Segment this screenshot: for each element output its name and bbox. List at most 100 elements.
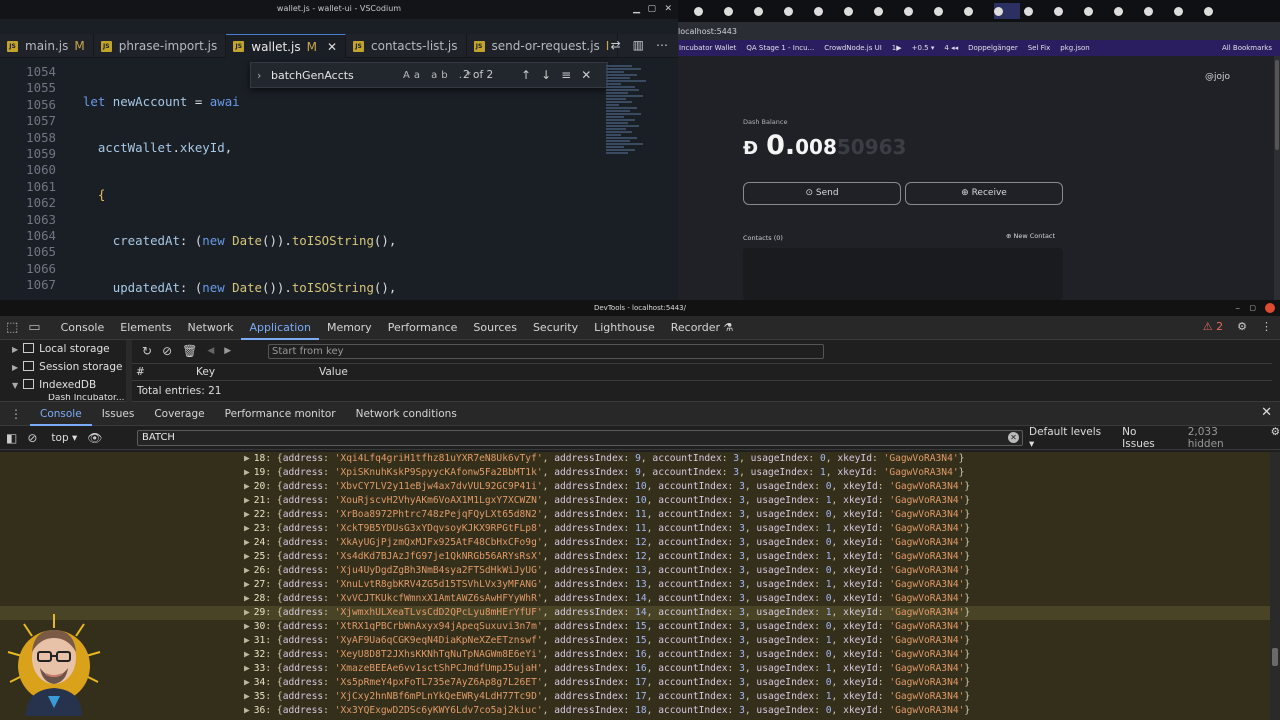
expand-arrow-icon[interactable]: ▶ (244, 537, 250, 548)
browser-tab[interactable] (694, 3, 720, 19)
expand-arrow-icon[interactable]: ▶ (244, 649, 250, 660)
console-log-entry[interactable]: ▶ 26: {address: 'Xju4UyDgdZgBh3NmB4sya2FT… (0, 564, 1270, 578)
console-log-entry[interactable]: ▶ 22: {address: 'XrBoa8972Phtrc748zPejqFQ… (0, 508, 1270, 522)
expand-arrow-icon[interactable]: ▶ (12, 363, 18, 372)
bookmark-item[interactable]: Incubator Wallet (679, 44, 736, 52)
close-find-icon[interactable]: ✕ (581, 68, 601, 82)
expand-arrow-icon[interactable]: ▶ (244, 523, 250, 534)
bookmark-item[interactable]: CrowdNode.js UI (824, 44, 882, 52)
minimap[interactable] (606, 64, 650, 298)
tab-main-js[interactable]: JS main.js M (0, 34, 94, 58)
more-actions-icon[interactable]: ⋯ (656, 38, 668, 52)
drawer-menu-icon[interactable]: ⋮ (0, 407, 30, 421)
browser-tab[interactable] (934, 3, 960, 19)
expand-arrow-icon[interactable]: ▶ (244, 691, 250, 702)
console-log-entry[interactable]: ▶ 32: {address: 'XeyU8D8T2JXhsKKNhTqNuTpN… (0, 648, 1270, 662)
clear-icon[interactable]: ⊘ (162, 344, 172, 358)
bookmark-item[interactable]: +0.5 ▾ (912, 44, 935, 52)
minimize-icon[interactable]: ▁ (633, 3, 640, 15)
tab-memory[interactable]: Memory (319, 316, 380, 340)
browser-tab[interactable] (964, 3, 990, 19)
drawer-tab-issues[interactable]: Issues (92, 402, 145, 426)
send-button[interactable]: ⊙ Send (743, 182, 901, 205)
browser-tab[interactable] (784, 3, 810, 19)
previous-page-icon[interactable]: ◀ (207, 346, 214, 356)
console-log-entry[interactable]: ▶ 30: {address: 'XtRX1qPBCrbWnAxyx94jApeq… (0, 620, 1270, 634)
console-log-entry[interactable]: ▶ 35: {address: 'XjCxy2hnNBf6mPLnYkQeEWRy… (0, 690, 1270, 704)
tab-network[interactable]: Network (180, 316, 242, 340)
expand-arrow-icon[interactable]: ▶ (244, 593, 250, 604)
previous-match-icon[interactable]: ↑ (521, 68, 541, 82)
expand-arrow-icon[interactable]: ▶ (244, 677, 250, 688)
expand-arrow-icon[interactable]: ▶ (244, 509, 250, 520)
expand-arrow-icon[interactable]: ▶ (244, 705, 250, 716)
clear-filter-icon[interactable]: ✕ (1008, 431, 1019, 443)
address-bar[interactable]: localhost:5443 (678, 22, 1280, 40)
expand-arrow-icon[interactable]: ▶ (244, 453, 250, 464)
browser-tab[interactable] (1054, 3, 1080, 19)
browser-tab[interactable] (1144, 3, 1170, 19)
expand-arrow-icon[interactable]: ▶ (244, 551, 250, 562)
console-scrollbar[interactable] (1270, 452, 1280, 720)
browser-tab-active[interactable] (994, 3, 1020, 19)
browser-scrollbar[interactable] (1274, 56, 1280, 300)
tab-security[interactable]: Security (525, 316, 586, 340)
receive-button[interactable]: ⊕ Receive (905, 182, 1063, 205)
drawer-tab-network-conditions[interactable]: Network conditions (346, 402, 467, 426)
sidebar-toggle-icon[interactable]: ◧ (6, 431, 17, 445)
tab-performance[interactable]: Performance (380, 316, 466, 340)
user-handle[interactable]: @jojo (1205, 72, 1230, 82)
console-log-entry[interactable]: ▶ 28: {address: 'XvVCJTKUkcfWmnxX1AmtAWZ6… (0, 592, 1270, 606)
console-log-entry[interactable]: ▶ 24: {address: 'XkAyUGjPjzmQxMJFx925AtF4… (0, 536, 1270, 550)
sidebar-item-indexeddb[interactable]: ▼ IndexedDB (0, 376, 126, 394)
console-filter-input[interactable]: BATCH ✕ (137, 429, 1023, 446)
tab-wallet-js[interactable]: JS wallet.js M ✕ (226, 34, 346, 58)
maximize-icon[interactable]: ▢ (647, 3, 656, 15)
tab-lighthouse[interactable]: Lighthouse (586, 316, 663, 340)
browser-tab[interactable] (814, 3, 840, 19)
browser-tab[interactable] (1084, 3, 1110, 19)
next-match-icon[interactable]: ↓ (541, 68, 561, 82)
expand-arrow-icon[interactable]: ▶ (244, 565, 250, 576)
start-from-key-input[interactable]: Start from key (268, 343, 824, 359)
maximize-icon[interactable]: ▢ (1249, 300, 1256, 316)
drawer-tab-coverage[interactable]: Coverage (144, 402, 214, 426)
settings-gear-icon[interactable]: ⚙ (1237, 320, 1247, 333)
bookmark-item[interactable]: 1▶ (892, 44, 902, 52)
console-log-entry[interactable]: ▶ 31: {address: 'XyAF9Ua6qCGK9eqN4DiaKpNe… (0, 634, 1270, 648)
all-bookmarks[interactable]: All Bookmarks (1222, 44, 1272, 52)
compare-icon[interactable]: ⇄ (611, 38, 621, 52)
browser-tab[interactable] (904, 3, 930, 19)
expand-arrow-icon[interactable]: ▶ (12, 345, 18, 354)
close-icon[interactable]: ✕ (664, 3, 672, 15)
console-log-entry[interactable]: ▶ 29: {address: 'XjwmxhULXeaTLvsCdD2QPcLy… (0, 606, 1270, 620)
console-log-entry[interactable]: ▶ 34: {address: 'Xs5pRmeY4pxFoTL735e7AyZ6… (0, 676, 1270, 690)
more-options-icon[interactable]: ⋮ (1261, 320, 1272, 333)
expand-arrow-icon[interactable]: ▶ (244, 663, 250, 674)
tab-console[interactable]: Console (53, 316, 113, 340)
log-levels-dropdown[interactable]: Default levels ▾ (1029, 426, 1102, 450)
sidebar-item-local-storage[interactable]: ▶ Local storage (0, 340, 126, 358)
browser-tab[interactable] (1024, 3, 1050, 19)
split-editor-icon[interactable]: ▥ (633, 38, 644, 52)
live-expression-eye-icon[interactable]: 👁 (87, 431, 102, 445)
expand-arrow-icon[interactable]: ▶ (244, 635, 250, 646)
console-log-entry[interactable]: ▶ 19: {address: 'XpiSKnuhKskP9SpyycKAfonw… (0, 466, 1270, 480)
collapse-arrow-icon[interactable]: ▼ (12, 381, 18, 390)
sidebar-item-session-storage[interactable]: ▶ Session storage (0, 358, 126, 376)
clear-console-icon[interactable]: ⊘ (27, 431, 37, 445)
bookmark-item[interactable]: Doppelgänger (968, 44, 1018, 52)
bookmark-item[interactable]: QA Stage 1 - Incu... (746, 44, 814, 52)
console-output[interactable]: ▶ 18: {address: 'Xqi4Lfq4griH1tfhz81uYXR7… (0, 452, 1270, 720)
browser-tab[interactable] (874, 3, 900, 19)
device-toolbar-icon[interactable]: ▭ (28, 320, 40, 335)
browser-tab[interactable] (1174, 3, 1200, 19)
tab-elements[interactable]: Elements (112, 316, 179, 340)
browser-tab[interactable] (724, 3, 750, 19)
bookmark-item[interactable]: Sel Fix (1028, 44, 1051, 52)
browser-tab[interactable] (1114, 3, 1140, 19)
expand-arrow-icon[interactable]: ▶ (244, 481, 250, 492)
expand-arrow-icon[interactable]: ▶ (244, 621, 250, 632)
bookmark-item[interactable]: pkg.json (1060, 44, 1089, 52)
console-log-entry[interactable]: ▶ 36: {address: 'Xx3YQExgwD2DSc6yKWY6Ldv7… (0, 704, 1270, 718)
